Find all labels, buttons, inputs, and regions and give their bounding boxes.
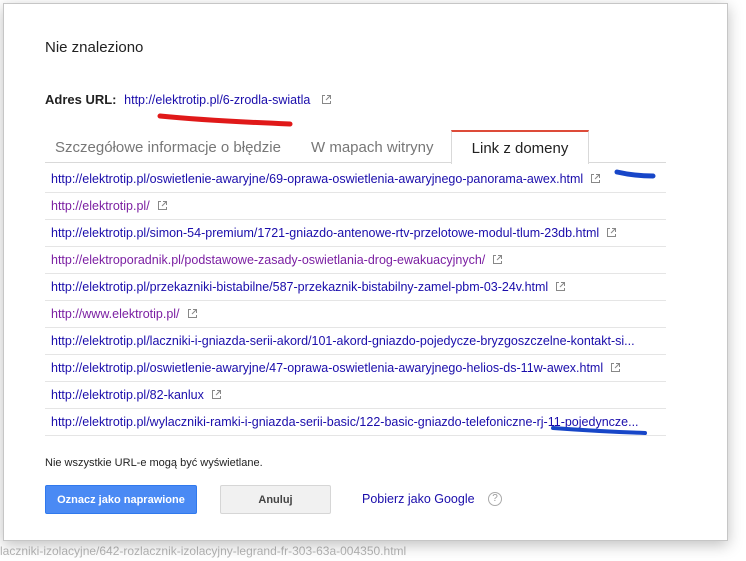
linked-from-list: http://elektrotip.pl/oswietlenie-awaryjn… bbox=[45, 166, 666, 436]
external-link-icon[interactable] bbox=[606, 227, 617, 238]
list-item: http://elektrotip.pl/ bbox=[45, 193, 666, 220]
linked-url[interactable]: http://elektrotip.pl/82-kanlux bbox=[51, 388, 204, 402]
url-row: Adres URL: http://elektrotip.pl/6-zrodla… bbox=[45, 92, 332, 107]
url-label: Adres URL: bbox=[45, 92, 117, 107]
linked-url[interactable]: http://elektroporadnik.pl/podstawowe-zas… bbox=[51, 253, 485, 267]
external-link-icon[interactable] bbox=[492, 254, 503, 265]
background-partial-url: laczniki-izolacyjne/642-rozlacznik-izola… bbox=[0, 544, 407, 558]
linked-url[interactable]: http://elektrotip.pl/przekazniki-bistabi… bbox=[51, 280, 548, 294]
tab-bar: Szczegółowe informacje o błędzie W mapac… bbox=[45, 130, 666, 164]
linked-url[interactable]: http://elektrotip.pl/oswietlenie-awaryjn… bbox=[51, 172, 583, 186]
external-link-icon[interactable] bbox=[211, 389, 222, 400]
list-item: http://elektrotip.pl/simon-54-premium/17… bbox=[45, 220, 666, 247]
not-found-dialog: Nie znaleziono Adres URL: http://elektro… bbox=[3, 3, 728, 541]
list-item: http://elektrotip.pl/laczniki-i-gniazda-… bbox=[45, 328, 666, 355]
list-item: http://elektroporadnik.pl/podstawowe-zas… bbox=[45, 247, 666, 274]
list-item: http://elektrotip.pl/oswietlenie-awaryjn… bbox=[45, 355, 666, 382]
linked-url[interactable]: http://elektrotip.pl/laczniki-i-gniazda-… bbox=[51, 334, 635, 348]
external-link-icon[interactable] bbox=[187, 308, 198, 319]
external-link-icon[interactable] bbox=[590, 173, 601, 184]
help-icon[interactable]: ? bbox=[488, 492, 502, 506]
tab-error-details[interactable]: Szczegółowe informacje o błędzie bbox=[55, 130, 281, 163]
cancel-button[interactable]: Anuluj bbox=[220, 485, 331, 514]
list-item: http://www.elektrotip.pl/ bbox=[45, 301, 666, 328]
dialog-title: Nie znaleziono bbox=[45, 39, 144, 56]
list-item: http://elektrotip.pl/oswietlenie-awaryjn… bbox=[45, 166, 666, 193]
external-link-icon[interactable] bbox=[555, 281, 566, 292]
tab-sitemaps[interactable]: W mapach witryny bbox=[311, 130, 434, 163]
linked-url[interactable]: http://elektrotip.pl/oswietlenie-awaryjn… bbox=[51, 361, 603, 375]
list-item: http://elektrotip.pl/82-kanlux bbox=[45, 382, 666, 409]
list-item: http://elektrotip.pl/przekazniki-bistabi… bbox=[45, 274, 666, 301]
list-item: http://elektrotip.pl/wylaczniki-ramki-i-… bbox=[45, 409, 666, 436]
linked-url[interactable]: http://elektrotip.pl/wylaczniki-ramki-i-… bbox=[51, 415, 639, 429]
linked-url[interactable]: http://elektrotip.pl/ bbox=[51, 199, 150, 213]
fetch-as-google-link[interactable]: Pobierz jako Google bbox=[362, 492, 475, 506]
linked-url[interactable]: http://www.elektrotip.pl/ bbox=[51, 307, 180, 321]
tab-linked-from[interactable]: Link z domeny bbox=[451, 130, 589, 164]
url-link[interactable]: http://elektrotip.pl/6-zrodla-swiatla bbox=[124, 93, 310, 107]
mark-fixed-button[interactable]: Oznacz jako naprawione bbox=[45, 485, 197, 514]
external-link-icon[interactable] bbox=[610, 362, 621, 373]
external-link-icon[interactable] bbox=[157, 200, 168, 211]
url-limit-note: Nie wszystkie URL-e mogą być wyświetlane… bbox=[45, 457, 263, 469]
linked-url[interactable]: http://elektrotip.pl/simon-54-premium/17… bbox=[51, 226, 599, 240]
external-link-icon[interactable] bbox=[321, 94, 332, 105]
